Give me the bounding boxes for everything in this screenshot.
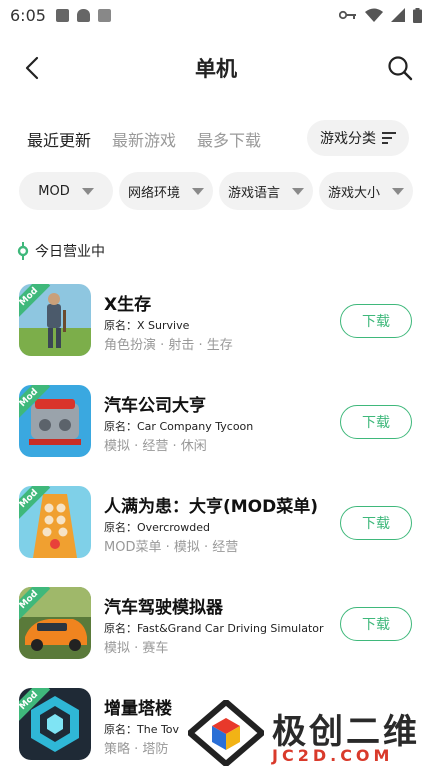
download-button[interactable]: 下载: [340, 405, 412, 439]
app-name: X生存: [104, 295, 152, 315]
app-name: 汽车驾驶模拟器: [104, 598, 223, 618]
filter-size-label: 游戏大小: [327, 185, 380, 201]
watermark-logo-icon: [188, 700, 264, 766]
app-icon: Mod: [19, 385, 91, 457]
download-button[interactable]: 下载: [340, 607, 412, 641]
game-category-button[interactable]: 游戏分类: [307, 120, 409, 156]
app-icon: Mod: [19, 486, 91, 558]
game-category-label: 游戏分类: [320, 131, 376, 147]
filter-mod-label: MOD: [38, 183, 70, 199]
status-bar: 6:05: [0, 0, 432, 30]
app-name: 汽车公司大亨: [104, 396, 206, 416]
app-tags: 策略 · 塔防: [104, 742, 169, 757]
tab-new-games[interactable]: 最新游戏: [112, 127, 176, 151]
caret-down-icon: [192, 187, 204, 195]
app-name: 增量塔楼: [104, 699, 172, 719]
app-original-name: 原名：The Tov: [104, 723, 180, 736]
caret-down-icon: [81, 187, 94, 195]
list-item[interactable]: Mod 人满为患：大亨(MOD菜单) 原名：Overcrowded MOD菜单 …: [0, 486, 432, 587]
caret-down-icon: [292, 187, 304, 195]
watermark: 极创二维 JC2D.COM: [184, 700, 432, 768]
filter-mod[interactable]: MOD: [19, 172, 113, 210]
app-icon: Mod: [19, 587, 91, 659]
caret-down-icon: [392, 187, 404, 195]
filter-list-icon: [382, 132, 396, 144]
app-list: Mod X生存 原名：X Survive 角色扮演 · 射击 · 生存 下载 M…: [0, 284, 432, 768]
app-tags: MOD菜单 · 模拟 · 经营: [104, 540, 239, 555]
download-button[interactable]: 下载: [340, 304, 412, 338]
download-button[interactable]: 下载: [340, 506, 412, 540]
location-marker-icon: [17, 242, 29, 260]
section-title: 今日营业中: [35, 244, 105, 260]
notification-a-icon: [55, 8, 69, 22]
filter-network-label: 网络环境: [127, 185, 180, 201]
status-indicators: [339, 7, 422, 23]
section-header: 今日营业中: [17, 240, 105, 262]
app-tags: 模拟 · 经营 · 休闲: [104, 439, 207, 454]
app-original-name: 原名：X Survive: [104, 319, 190, 332]
vpn-key-icon: [339, 10, 356, 20]
signal-icon: [391, 8, 405, 22]
app-original-name: 原名：Car Company Tycoon: [104, 420, 254, 433]
filter-language-label: 游戏语言: [227, 185, 280, 201]
list-item[interactable]: Mod 汽车驾驶模拟器 原名：Fast&Grand Car Driving Si…: [0, 587, 432, 688]
search-icon: [388, 56, 413, 81]
wifi-icon: [365, 8, 383, 22]
status-time: 6:05: [10, 5, 46, 25]
list-item[interactable]: Mod X生存 原名：X Survive 角色扮演 · 射击 · 生存 下载: [0, 284, 432, 385]
app-icon: Mod: [19, 284, 91, 356]
android-icon: [76, 8, 90, 22]
app-name: 人满为患：大亨(MOD菜单): [104, 497, 319, 517]
app-tags: 模拟 · 赛车: [104, 641, 169, 656]
book-icon: [97, 8, 111, 22]
battery-icon: [413, 7, 422, 23]
filter-size[interactable]: 游戏大小: [319, 172, 413, 210]
back-button[interactable]: [16, 52, 48, 84]
page-title: 单机: [195, 57, 237, 81]
filter-language[interactable]: 游戏语言: [219, 172, 313, 210]
app-original-name: 原名：Fast&Grand Car Driving Simulator: [104, 622, 324, 635]
filter-network[interactable]: 网络环境: [119, 172, 213, 210]
app-original-name: 原名：Overcrowded: [104, 521, 211, 534]
filter-chips: MOD 网络环境 游戏语言 游戏大小: [19, 172, 419, 210]
app-icon: Mod: [19, 688, 91, 760]
header: 单机: [0, 40, 432, 96]
tab-most-downloads[interactable]: 最多下载: [197, 127, 261, 151]
chevron-left-icon: [25, 56, 39, 80]
search-button[interactable]: [384, 52, 416, 84]
tab-recent-updates[interactable]: 最近更新: [27, 127, 92, 153]
app-tags: 角色扮演 · 射击 · 生存: [104, 338, 233, 353]
watermark-subtitle: JC2D.COM: [272, 746, 394, 765]
list-item[interactable]: Mod 汽车公司大亨 原名：Car Company Tycoon 模拟 · 经营…: [0, 385, 432, 486]
sort-tabs: 最近更新 最新游戏 最多下载 游戏分类: [27, 120, 417, 158]
